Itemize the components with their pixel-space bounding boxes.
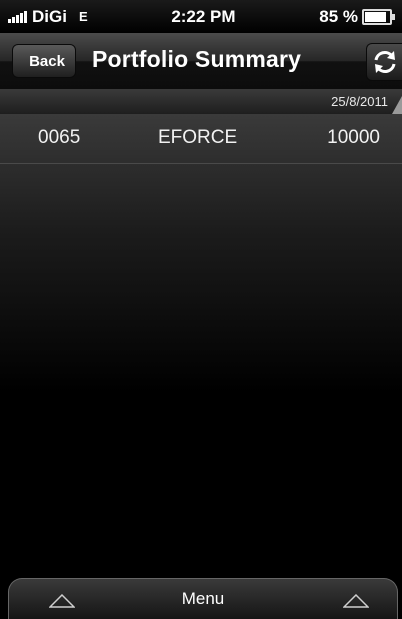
navigation-bar: Back Portfolio Summary — [0, 33, 402, 90]
menu-label: Menu — [181, 589, 225, 608]
stock-name: EFORCE — [158, 127, 238, 148]
corner-arrow-icon — [392, 96, 402, 114]
stock-code: 0065 — [38, 127, 81, 148]
portfolio-date: 25/8/2011 — [331, 94, 388, 109]
stock-quantity: 10000 — [327, 127, 380, 148]
date-header: 25/8/2011 — [0, 89, 402, 114]
carrier-name: DiGi — [32, 6, 67, 26]
portfolio-list: 0065 EFORCE 10000 — [0, 114, 402, 580]
refresh-icon — [374, 51, 396, 73]
status-bar: DiGi E 2:22 PM 85 % — [0, 0, 402, 33]
status-time: 2:22 PM — [171, 6, 236, 26]
refresh-button[interactable] — [366, 43, 402, 81]
signal-strength-icon — [8, 10, 28, 23]
table-row[interactable]: 0065 EFORCE 10000 — [0, 114, 402, 164]
status-right: 85 % — [319, 6, 395, 27]
back-button[interactable]: Back — [12, 44, 76, 78]
battery-icon — [362, 8, 395, 25]
battery-percent: 85 % — [319, 6, 358, 26]
menu-button[interactable]: Menu — [8, 578, 398, 619]
network-type: E — [78, 9, 88, 24]
back-button-label: Back — [29, 52, 65, 70]
status-left: DiGi E — [8, 7, 88, 27]
page-title: Portfolio Summary — [92, 46, 302, 72]
